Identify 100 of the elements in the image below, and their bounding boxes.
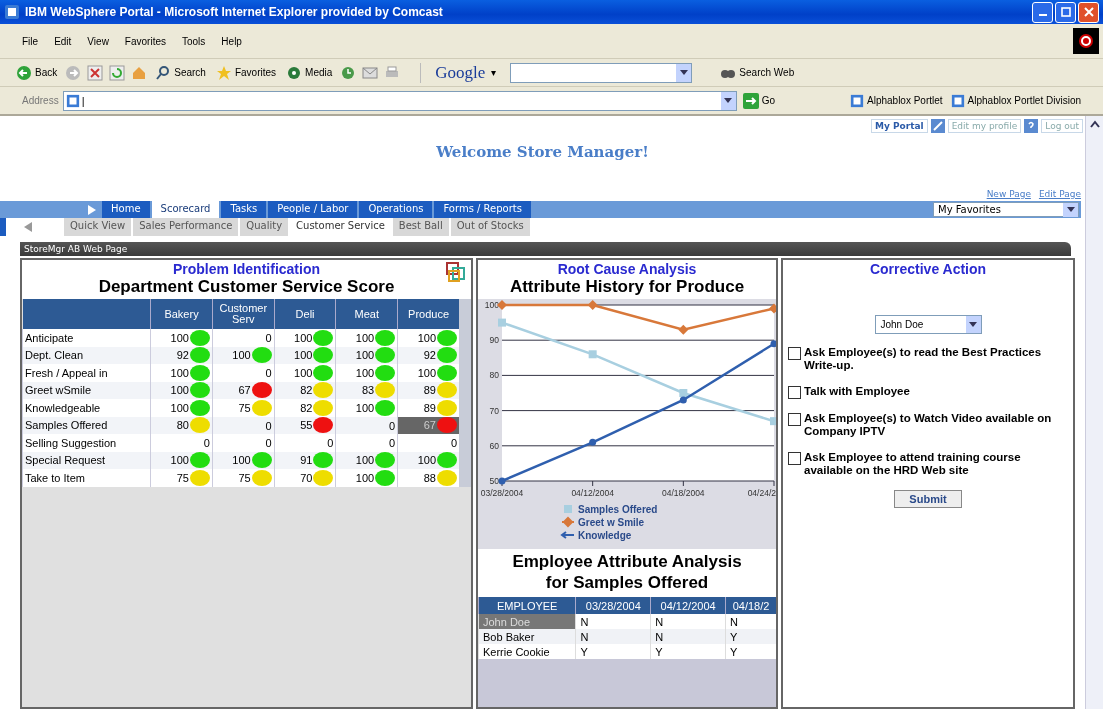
- score-cell[interactable]: 100: [397, 329, 459, 347]
- chart-title: Attribute History for Produce: [478, 277, 776, 299]
- score-cell[interactable]: 100: [274, 364, 336, 382]
- score-cell[interactable]: 70: [274, 469, 336, 487]
- pencil-icon[interactable]: [930, 119, 945, 133]
- score-cell[interactable]: 100: [335, 469, 398, 487]
- stop-icon[interactable]: [87, 64, 104, 81]
- score-cell[interactable]: 0: [397, 434, 459, 452]
- checkbox[interactable]: [788, 452, 801, 465]
- x-tick-label: 03/28/2004: [480, 488, 524, 498]
- google-menu-caret[interactable]: ▾: [491, 67, 497, 78]
- search-button[interactable]: Search: [153, 64, 208, 81]
- search-web-button[interactable]: Search Web: [718, 64, 797, 81]
- point: [770, 340, 776, 348]
- link-button[interactable]: Alphablox Portlet: [848, 93, 945, 108]
- link-button[interactable]: Alphablox Portlet Division: [948, 93, 1083, 108]
- close-button[interactable]: [1078, 1, 1099, 23]
- menu-item[interactable]: Favorites: [118, 35, 172, 47]
- point: [679, 389, 688, 397]
- submit-button[interactable]: Submit: [894, 490, 962, 508]
- score-cell[interactable]: 0: [212, 364, 275, 382]
- caret-icon[interactable]: [679, 69, 688, 76]
- menu-item[interactable]: Edit: [48, 35, 78, 47]
- mail-icon[interactable]: [362, 64, 379, 81]
- score-cell[interactable]: 0: [335, 434, 398, 452]
- favorites-button[interactable]: Favorites: [213, 64, 279, 81]
- score-cell[interactable]: 100: [150, 399, 213, 417]
- page-icon: [65, 93, 80, 108]
- column-header: Bakery: [150, 299, 213, 329]
- score-cell[interactable]: 0: [212, 329, 275, 347]
- action-label: Talk with Employee: [804, 385, 910, 398]
- score-cell[interactable]: 88: [397, 469, 459, 487]
- row-label: Fresh / Appeal in: [22, 364, 151, 382]
- google-search-field[interactable]: [510, 62, 693, 83]
- score-cell[interactable]: 0: [274, 434, 336, 452]
- checkbox[interactable]: [788, 413, 801, 426]
- menu-item[interactable]: View: [81, 35, 115, 47]
- checkbox[interactable]: [788, 347, 801, 360]
- sub-tab[interactable]: Out of Stocks: [450, 218, 530, 236]
- help-icon[interactable]: [1024, 119, 1039, 133]
- history-icon[interactable]: [340, 64, 357, 81]
- menu-item[interactable]: Tools: [176, 35, 212, 47]
- minimize-button[interactable]: [1032, 1, 1053, 23]
- maximize-button[interactable]: [1055, 1, 1076, 23]
- refresh-icon[interactable]: [109, 64, 126, 81]
- sub-tab[interactable]: Best Ball: [392, 218, 449, 236]
- page-icon: [850, 93, 864, 108]
- page-link[interactable]: Edit Page: [1038, 189, 1081, 199]
- score-cell[interactable]: 0: [150, 434, 213, 452]
- favorites-dropdown[interactable]: My Favorites: [933, 202, 1079, 217]
- address-field[interactable]: |: [62, 90, 737, 111]
- score-cell[interactable]: 75: [212, 469, 275, 487]
- media-button[interactable]: Media: [284, 64, 335, 81]
- page-link[interactable]: New Page: [986, 189, 1031, 199]
- score-cell[interactable]: 100: [335, 329, 398, 347]
- sub-tab[interactable]: Quick View: [64, 218, 132, 236]
- menu-item[interactable]: File: [16, 35, 45, 47]
- caret-icon[interactable]: [724, 97, 733, 104]
- score-cell[interactable]: 75: [212, 399, 275, 417]
- score-cell[interactable]: 89: [397, 399, 459, 417]
- score-cell[interactable]: 75: [150, 469, 213, 487]
- y-tick-label: 90: [489, 335, 499, 346]
- go-button[interactable]: Go: [740, 92, 778, 109]
- sub-tab[interactable]: Quality: [240, 218, 289, 236]
- back-button[interactable]: Back: [14, 64, 60, 81]
- nav-tab[interactable]: Operations: [359, 201, 433, 218]
- score-cell[interactable]: 100: [397, 364, 459, 382]
- column-header: Produce: [397, 299, 459, 329]
- nav-tab[interactable]: Home: [102, 201, 150, 218]
- point: [678, 324, 689, 335]
- score-cell[interactable]: 100: [335, 399, 398, 417]
- table-scrollbar[interactable]: [459, 299, 471, 487]
- checkbox[interactable]: [788, 386, 801, 399]
- score-cell[interactable]: 0: [212, 434, 275, 452]
- score-cell[interactable]: 100: [335, 364, 398, 382]
- point: [587, 300, 598, 310]
- export-icon[interactable]: [445, 262, 467, 284]
- score-cell[interactable]: 100: [150, 329, 213, 347]
- my-portal-link[interactable]: My Portal: [871, 119, 928, 133]
- caret-icon[interactable]: [1066, 206, 1075, 213]
- menu-item[interactable]: Help: [215, 35, 248, 47]
- nav-arrow-icon[interactable]: [88, 204, 96, 215]
- nav-tab[interactable]: Scorecard: [151, 201, 220, 218]
- sub-tab[interactable]: Sales Performance: [133, 218, 239, 236]
- chart-title: Department Customer Service Score: [22, 277, 471, 299]
- scroll-up-icon[interactable]: [1089, 120, 1100, 128]
- score-cell[interactable]: 82: [274, 399, 336, 417]
- employee-dropdown[interactable]: John Doe: [874, 315, 982, 334]
- back-arrow-icon[interactable]: [24, 222, 32, 232]
- star-icon: [215, 64, 232, 81]
- nav-tab[interactable]: Forms / Reports: [434, 201, 531, 218]
- nav-tab[interactable]: Tasks: [221, 201, 267, 218]
- nav-tab[interactable]: People / Labor: [268, 201, 358, 218]
- portlet-title: StoreMgr AB Web Page: [24, 244, 128, 254]
- caret-icon[interactable]: [969, 321, 977, 328]
- page-scrollbar[interactable]: [1085, 116, 1103, 709]
- score-cell[interactable]: 100: [150, 364, 213, 382]
- employee-cell[interactable]: Bob Baker: [478, 629, 576, 644]
- welcome-heading: Welcome Store Manager!: [435, 142, 650, 161]
- score-cell[interactable]: 100: [274, 329, 336, 347]
